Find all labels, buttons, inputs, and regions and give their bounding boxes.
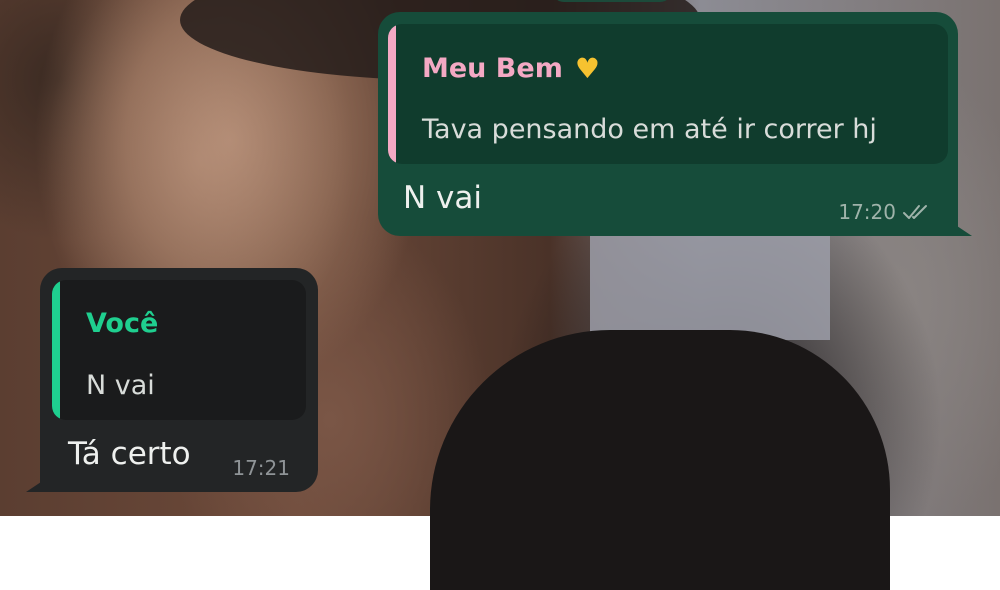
message-meta: 17:21 [232, 456, 290, 480]
previous-message-bubble-edge [552, 0, 672, 2]
quote-text: Tava pensando em até ir correr hj [422, 114, 877, 145]
message-time: 17:21 [232, 456, 290, 480]
quote-author-name: Meu Bem [422, 53, 563, 84]
quote-author-name: Você [86, 308, 159, 339]
wallpaper-shirt-region [430, 330, 890, 590]
quote-accent-bar [388, 24, 396, 164]
bubble-tail [948, 220, 972, 236]
quote-author: Meu Bem ♥ [422, 52, 600, 85]
quoted-reply-block[interactable]: Meu Bem ♥ Tava pensando em até ir correr … [388, 24, 948, 164]
message-text: N vai [403, 180, 482, 216]
message-meta: 17:20 [838, 200, 930, 224]
quote-text: N vai [86, 370, 155, 401]
double-check-icon [903, 205, 927, 219]
quoted-reply-block[interactable]: Você N vai [52, 280, 306, 420]
quote-accent-bar [52, 280, 60, 420]
message-text: Tá certo [68, 436, 191, 472]
message-time: 17:20 [838, 200, 896, 224]
wallpaper-window-region [590, 230, 830, 340]
bubble-tail [26, 476, 50, 492]
incoming-message-bubble[interactable]: Você N vai Tá certo 17:21 [26, 268, 318, 492]
outgoing-message-bubble[interactable]: Meu Bem ♥ Tava pensando em até ir correr … [378, 12, 972, 236]
yellow-heart-icon: ♥ [574, 52, 600, 85]
